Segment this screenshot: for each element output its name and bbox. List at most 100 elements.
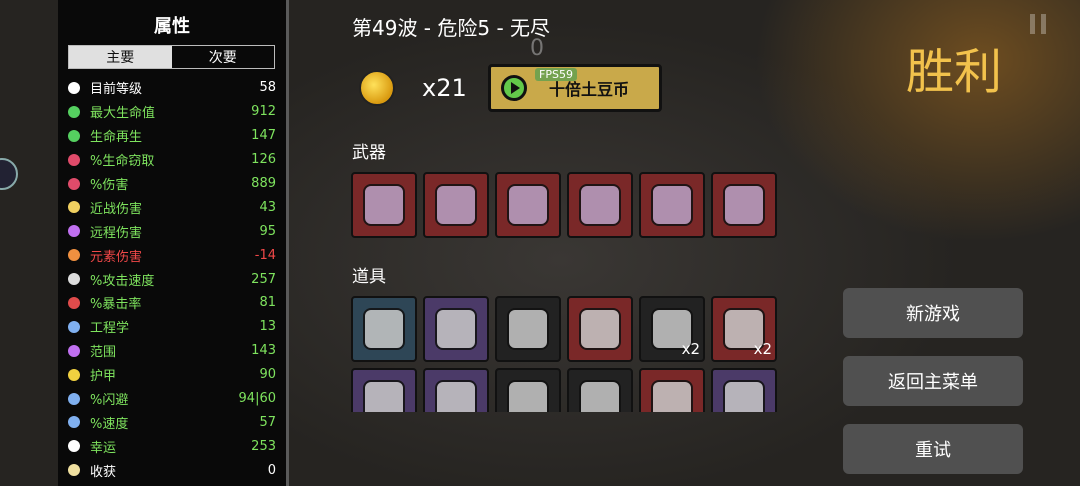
stat-row[interactable]: 元素伤害 -14 xyxy=(64,243,276,267)
stat-row[interactable]: 最大生命值 912 xyxy=(64,100,276,124)
stat-label: %生命窃取 xyxy=(90,154,155,170)
harvest-icon xyxy=(68,464,80,477)
item-slot[interactable] xyxy=(351,296,417,362)
stat-row[interactable]: %攻击速度 257 xyxy=(64,267,276,291)
item-slot[interactable] xyxy=(567,296,633,362)
stat-row[interactable]: 收获 0 xyxy=(64,458,276,482)
dodge-icon xyxy=(68,392,80,405)
stats-panel: 属性 主要 次要 目前等级 58 最大生命值 912 生命再生 147 %生命窃取 126 %伤… xyxy=(58,0,289,486)
item-slot[interactable] xyxy=(639,368,705,412)
stat-row[interactable]: %暴击率 81 xyxy=(64,291,276,315)
tab-primary[interactable]: 主要 xyxy=(69,46,172,68)
stat-label: %伤害 xyxy=(90,178,129,193)
weapon-slot[interactable] xyxy=(423,172,489,238)
stat-row[interactable]: 工程学 13 xyxy=(64,315,276,339)
wave-title: 第49波 - 危险5 - 无尽 xyxy=(352,16,551,40)
stat-value: 912 xyxy=(251,104,276,120)
item-slot-icon xyxy=(579,308,621,350)
stat-row[interactable]: %生命窃取 126 xyxy=(64,148,276,172)
stat-label: 远程伤害 xyxy=(90,225,143,241)
speed-icon xyxy=(68,416,80,429)
stat-value: 90 xyxy=(259,367,276,383)
stat-row[interactable]: 幸运 253 xyxy=(64,434,276,458)
stat-row[interactable]: 生命再生 147 xyxy=(64,124,276,148)
item-slot[interactable] xyxy=(423,368,489,412)
items-label: 道具 xyxy=(352,267,386,287)
item-slot-icon xyxy=(363,308,405,350)
item-slot[interactable] xyxy=(495,368,561,412)
stat-row[interactable]: 护甲 90 xyxy=(64,363,276,387)
stat-row[interactable]: 范围 143 xyxy=(64,339,276,363)
item-slot[interactable] xyxy=(351,368,417,412)
item-slot[interactable] xyxy=(711,368,777,412)
stat-label: %速度 xyxy=(90,416,129,432)
regen-icon xyxy=(68,129,80,142)
item-slot-icon xyxy=(507,308,549,350)
stat-value: 253 xyxy=(251,438,276,454)
stat-list: 目前等级 58 最大生命值 912 生命再生 147 %生命窃取 126 %伤害 889 近战伤害 4… xyxy=(64,76,276,482)
stat-row[interactable]: 近战伤害 43 xyxy=(64,195,276,219)
weapon-slot-icon xyxy=(507,184,549,226)
items-grid-row-2 xyxy=(351,368,777,412)
play-icon xyxy=(501,75,527,101)
weapon-slot-icon xyxy=(579,184,621,226)
stats-title: 属性 xyxy=(154,16,190,37)
overlay-counter: 0 xyxy=(530,36,544,61)
stat-row[interactable]: %闪避 94|60 xyxy=(64,387,276,411)
stat-row[interactable]: %伤害 889 xyxy=(64,172,276,196)
stat-row[interactable]: 远程伤害 95 xyxy=(64,219,276,243)
item-quantity: x2 xyxy=(753,340,772,358)
bow-icon xyxy=(68,225,80,238)
stat-label: %闪避 xyxy=(90,393,129,409)
fangs-icon xyxy=(68,153,80,166)
weapon-slot[interactable] xyxy=(351,172,417,238)
stat-row[interactable]: %速度 57 xyxy=(64,410,276,434)
weapon-slot[interactable] xyxy=(711,172,777,238)
main-menu-button[interactable]: 返回主菜单 xyxy=(843,356,1023,406)
weapons-label: 武器 xyxy=(352,143,386,163)
pause-icon[interactable] xyxy=(1030,14,1046,34)
item-slot[interactable]: x2 xyxy=(639,296,705,362)
sword-icon xyxy=(68,201,80,214)
stat-value: 58 xyxy=(259,80,276,96)
stat-value: 889 xyxy=(251,176,276,191)
weapons-grid xyxy=(351,172,777,238)
stat-value: 95 xyxy=(259,223,276,239)
item-slot[interactable] xyxy=(423,296,489,362)
heart-icon xyxy=(68,105,80,118)
item-slot-icon xyxy=(651,380,693,412)
stat-row[interactable]: 目前等级 58 xyxy=(64,76,276,100)
tab-secondary[interactable]: 次要 xyxy=(172,46,275,68)
stat-value: 147 xyxy=(251,128,276,144)
weapon-slot[interactable] xyxy=(567,172,633,238)
stat-label: %攻击速度 xyxy=(90,273,155,289)
item-slot-icon xyxy=(435,380,477,412)
stat-label: 幸运 xyxy=(90,440,117,456)
dice-icon xyxy=(68,440,80,453)
crit-icon xyxy=(68,296,80,309)
stats-tabs: 主要 次要 xyxy=(68,45,275,69)
stat-value: 94|60 xyxy=(238,391,276,407)
item-quantity: x2 xyxy=(681,340,700,358)
stat-label: 工程学 xyxy=(90,321,130,337)
item-slot[interactable] xyxy=(495,296,561,362)
hourglass-icon xyxy=(68,273,80,286)
weapon-slot[interactable] xyxy=(639,172,705,238)
weapon-slot[interactable] xyxy=(495,172,561,238)
stat-label: 元素伤害 xyxy=(90,249,143,265)
coin-count: x21 xyxy=(422,74,467,102)
item-slot-icon xyxy=(579,380,621,412)
stat-value: 0 xyxy=(267,462,276,478)
victory-title: 胜利 xyxy=(906,44,1003,100)
items-scroll-area[interactable] xyxy=(351,368,791,412)
stat-label: 目前等级 xyxy=(90,82,143,98)
level-icon xyxy=(68,81,80,94)
stat-label: %暴击率 xyxy=(90,297,142,313)
item-slot[interactable] xyxy=(567,368,633,412)
new-game-button[interactable]: 新游戏 xyxy=(843,288,1023,338)
item-slot-icon xyxy=(723,380,765,412)
retry-button[interactable]: 重试 xyxy=(843,424,1023,474)
item-slot[interactable]: x2 xyxy=(711,296,777,362)
muscle-icon xyxy=(68,177,80,190)
item-slot-icon xyxy=(435,308,477,350)
